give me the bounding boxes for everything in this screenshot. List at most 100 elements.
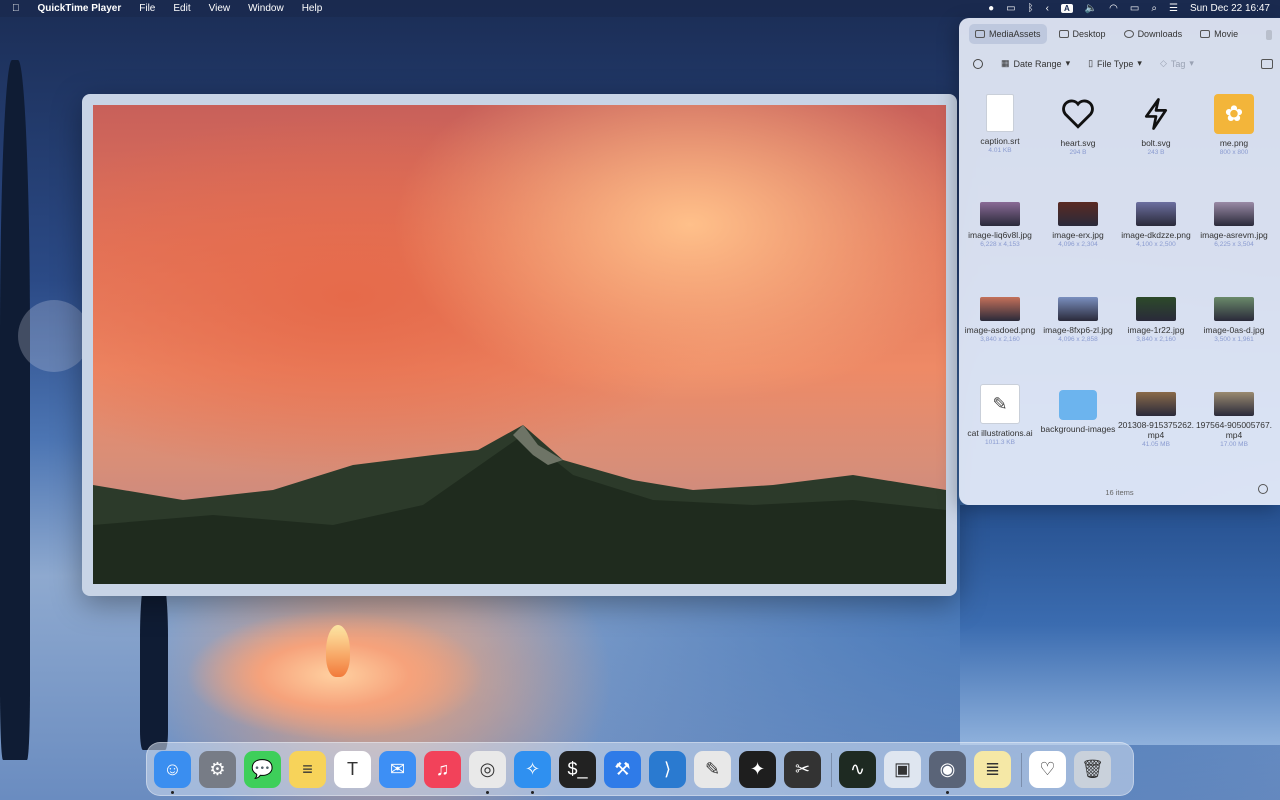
date-range-label: Date Range xyxy=(1013,58,1062,69)
video-mountains xyxy=(93,425,946,584)
dock-xcode-icon[interactable]: ⚒ xyxy=(604,751,641,788)
dock-notes-2-icon[interactable]: ≣ xyxy=(974,751,1011,788)
dock-figma-icon[interactable]: ✦ xyxy=(739,751,776,788)
file-item[interactable]: image-asdoed.png 3,840 x 2,160 xyxy=(961,285,1039,343)
dock-preview-icon[interactable]: ▣ xyxy=(884,751,921,788)
file-name: bolt.svg xyxy=(1141,138,1171,148)
document-icon: ▯ xyxy=(1088,58,1094,68)
view-grid-icon[interactable] xyxy=(1261,58,1273,69)
file-item[interactable]: image-liq6v8l.jpg 6,228 x 4,153 xyxy=(961,190,1039,248)
control-center-icon[interactable]: ☰ xyxy=(1169,3,1178,14)
tab-mediaassets[interactable]: MediaAssets xyxy=(969,24,1047,44)
dock-pixelmator-icon[interactable]: ✎ xyxy=(694,751,731,788)
menu-window[interactable]: Window xyxy=(248,3,284,14)
file-item[interactable]: image-0as-d.jpg 3,500 x 1,961 xyxy=(1195,285,1273,343)
file-meta: 6,225 x 3,504 xyxy=(1214,241,1254,248)
file-item[interactable]: ✿ me.png 800 x 800 xyxy=(1195,90,1273,156)
menu-file[interactable]: File xyxy=(139,3,155,14)
search-icon[interactable] xyxy=(973,58,983,69)
tag-filter[interactable]: ◇ Tag ▾ xyxy=(1160,58,1194,69)
pin-icon[interactable] xyxy=(1266,30,1272,40)
menu-bar:  QuickTime Player File Edit View Window… xyxy=(0,0,1280,17)
folder-icon xyxy=(1059,390,1097,420)
image-thumbnail xyxy=(1214,297,1254,321)
menu-view[interactable]: View xyxy=(209,3,231,14)
file-type-label: File Type xyxy=(1097,58,1134,69)
volume-icon[interactable]: 🔈 xyxy=(1085,3,1097,14)
file-name: image-8fxp6-zl.jpg xyxy=(1043,325,1113,335)
tab-desktop[interactable]: Desktop xyxy=(1053,24,1112,44)
date-range-filter[interactable]: ▦ Date Range ▾ xyxy=(1001,58,1070,69)
apple-menu-icon[interactable]:  xyxy=(12,3,20,14)
screen-mirror-icon[interactable]: ▭ xyxy=(1006,3,1015,14)
dock-mail-icon[interactable]: ✉ xyxy=(379,751,416,788)
record-icon[interactable]: ● xyxy=(988,3,994,14)
file-meta: 4,096 x 2,304 xyxy=(1058,241,1098,248)
dock-separator xyxy=(1021,753,1022,787)
file-item[interactable]: 201308-915375262.mp4 41.05 MB xyxy=(1117,380,1195,448)
file-item[interactable]: caption.srt 4.01 KB xyxy=(961,90,1039,154)
tag-icon: ◇ xyxy=(1159,58,1167,68)
file-item[interactable]: image-dkdzze.png 4,100 x 2,500 xyxy=(1117,190,1195,248)
file-type-filter[interactable]: ▯ File Type ▾ xyxy=(1088,58,1142,69)
image-thumbnail xyxy=(1136,297,1176,321)
bluetooth-icon[interactable]: ᛒ xyxy=(1028,3,1034,14)
dock-chrome-icon[interactable]: ◎ xyxy=(469,751,506,788)
download-icon xyxy=(1123,30,1134,38)
file-item[interactable]: ✎ cat illustrations.ai 1011.3 KB xyxy=(961,380,1039,446)
dock-heart-app-icon[interactable]: ♡ xyxy=(1029,751,1066,788)
gear-icon[interactable] xyxy=(1258,484,1268,494)
dock-notes-icon[interactable]: ≡ xyxy=(289,751,326,788)
quicktime-video-window[interactable] xyxy=(82,94,957,596)
media-assets-panel: MediaAssets Desktop Downloads Movie ▦ Da… xyxy=(959,18,1280,505)
file-item[interactable]: image-1r22.jpg 3,840 x 2,160 xyxy=(1117,285,1195,343)
search-icon[interactable]: ⌕ xyxy=(1151,3,1157,14)
calendar-icon: ▦ xyxy=(1001,58,1010,68)
file-item[interactable]: background-images xyxy=(1039,380,1117,434)
file-item[interactable]: 197564-905005767.mp4 17.00 MB xyxy=(1195,380,1273,448)
tab-downloads[interactable]: Downloads xyxy=(1118,24,1189,44)
file-name: heart.svg xyxy=(1060,138,1096,148)
dock-finder-icon[interactable]: ☺ xyxy=(154,751,191,788)
dock-vscode-icon[interactable]: ⟩ xyxy=(649,751,686,788)
image-thumbnail xyxy=(1214,392,1254,416)
file-item[interactable]: heart.svg 294 B xyxy=(1039,90,1117,156)
input-source-badge[interactable]: A xyxy=(1060,4,1073,13)
menu-help[interactable]: Help xyxy=(302,3,323,14)
dock-trash-icon[interactable]: 🗑 xyxy=(1074,751,1111,788)
file-meta: 4,096 x 2,858 xyxy=(1058,336,1098,343)
file-item[interactable]: bolt.svg 243 B xyxy=(1117,90,1195,156)
image-thumbnail xyxy=(1136,392,1176,416)
dock-music-icon[interactable]: ♫ xyxy=(424,751,461,788)
video-frame[interactable] xyxy=(93,105,946,584)
dock-typora-icon[interactable]: T xyxy=(334,751,371,788)
image-thumbnail xyxy=(1214,202,1254,226)
battery-icon[interactable]: ▭ xyxy=(1130,3,1139,14)
dock-final-cut-icon[interactable]: ✂ xyxy=(784,751,821,788)
file-item[interactable]: image-asrevm.jpg 6,225 x 3,504 xyxy=(1195,190,1273,248)
file-name: image-0as-d.jpg xyxy=(1203,325,1265,335)
illustration-thumbnail: ✎ xyxy=(980,384,1020,424)
dock-safari-icon[interactable]: ✧ xyxy=(514,751,551,788)
app-menu[interactable]: QuickTime Player xyxy=(38,3,122,14)
tab-movie[interactable]: Movie xyxy=(1194,24,1244,44)
dock-running-indicator xyxy=(171,791,174,794)
image-thumbnail xyxy=(1058,202,1098,226)
file-meta: 3,840 x 2,160 xyxy=(1136,336,1176,343)
dock-terminal-icon[interactable]: $_ xyxy=(559,751,596,788)
dock-quicktime-icon[interactable]: ◉ xyxy=(929,751,966,788)
file-item[interactable]: image-erx.jpg 4,096 x 2,304 xyxy=(1039,190,1117,248)
tab-label: MediaAssets xyxy=(989,29,1041,39)
heart-icon xyxy=(1058,94,1098,134)
dock-activity-monitor-icon[interactable]: ∿ xyxy=(839,751,876,788)
wifi-icon[interactable]: ◠ xyxy=(1109,3,1118,14)
dock-system-settings-icon[interactable]: ⚙ xyxy=(199,751,236,788)
dock-messages-icon[interactable]: 💬 xyxy=(244,751,281,788)
panel-tabs: MediaAssets Desktop Downloads Movie xyxy=(969,24,1244,44)
clock[interactable]: Sun Dec 22 16:47 xyxy=(1190,3,1270,14)
tab-label: Desktop xyxy=(1072,29,1106,39)
file-item[interactable]: image-8fxp6-zl.jpg 4,096 x 2,858 xyxy=(1039,285,1117,343)
menu-edit[interactable]: Edit xyxy=(173,3,190,14)
file-name: cat illustrations.ai xyxy=(967,428,1033,438)
chevron-left-icon[interactable]: ‹ xyxy=(1046,3,1049,14)
